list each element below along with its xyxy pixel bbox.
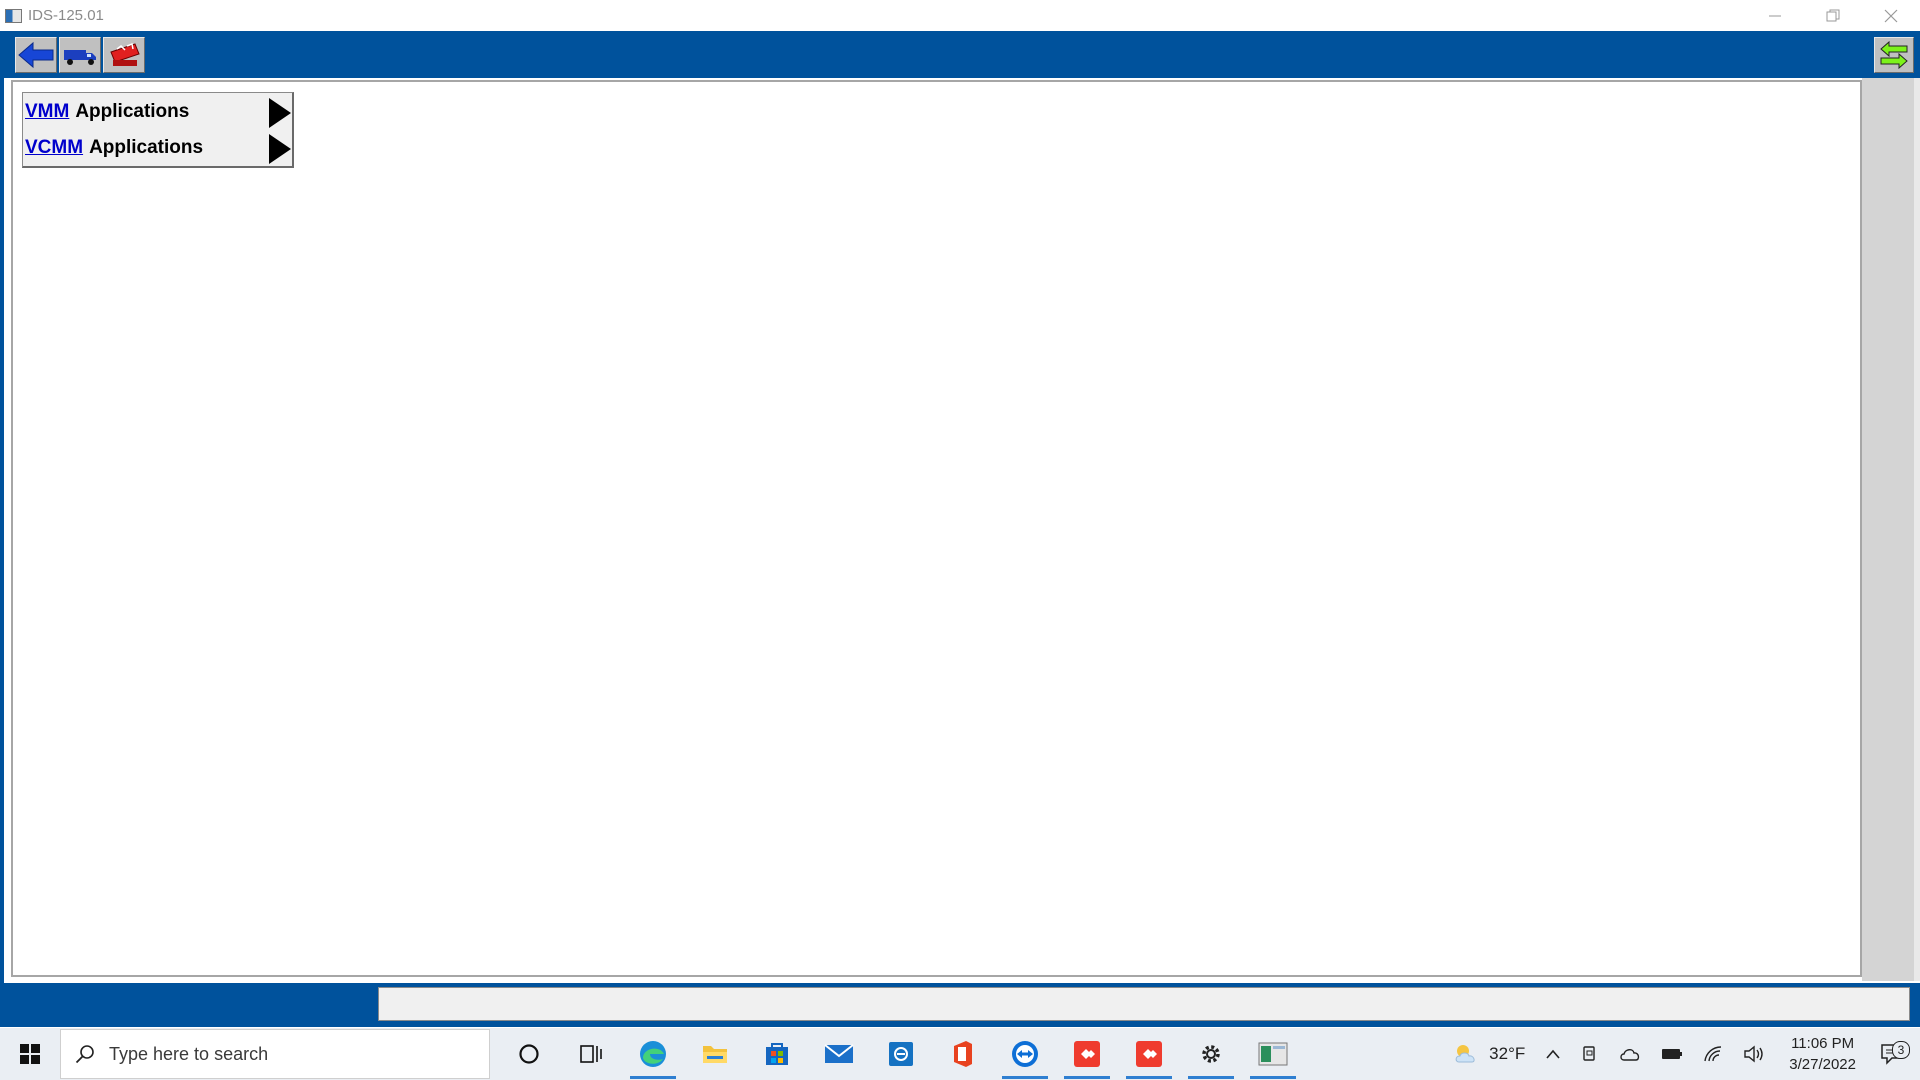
cortana-button[interactable] [498, 1028, 560, 1080]
status-bar-left [0, 983, 372, 1027]
menu-item-vmm-applications[interactable]: VMM Applications [25, 95, 291, 129]
folder-icon [703, 1046, 727, 1063]
window-title: IDS-125.01 [28, 7, 104, 24]
tray-wifi-button[interactable] [1693, 1045, 1733, 1063]
status-message-field [378, 987, 1910, 1021]
weather-widget[interactable]: 32°F [1443, 1042, 1535, 1066]
menu-item-key[interactable]: VCMM [25, 137, 83, 159]
menu-item-key[interactable]: VMM [25, 101, 69, 123]
tray-battery-button[interactable] [1651, 1047, 1693, 1061]
app-toolbar [0, 31, 1920, 78]
vehicle-button[interactable] [59, 37, 101, 73]
taskbar-edge[interactable] [622, 1028, 684, 1080]
back-button[interactable] [15, 37, 57, 73]
toolbox-button[interactable] [103, 37, 145, 73]
blue-left-arrow-icon [18, 41, 54, 69]
windows-logo-icon [20, 1044, 40, 1064]
menu-item-label: Applications [89, 137, 204, 158]
battery-icon [1662, 1049, 1683, 1059]
clock-date: 3/27/2022 [1789, 1056, 1856, 1073]
main-content-area [11, 80, 1862, 977]
blue-truck-icon [64, 50, 96, 65]
teamviewer-icon [1012, 1041, 1038, 1067]
wifi-icon [1704, 1046, 1722, 1062]
search-icon [75, 1045, 94, 1064]
minimize-button[interactable] [1746, 0, 1804, 31]
store-icon [766, 1043, 788, 1065]
mail-icon [824, 1044, 854, 1063]
anydesk-icon [1136, 1041, 1162, 1067]
partly-cloudy-icon [1455, 1045, 1475, 1063]
minimize-icon [1769, 15, 1781, 16]
taskbar-clock[interactable]: 11:06 PM 3/27/2022 [1775, 1033, 1870, 1075]
cloud-icon [1620, 1049, 1640, 1061]
app-icon [5, 8, 22, 23]
taskbar-file-explorer[interactable] [684, 1028, 746, 1080]
taskbar-office[interactable] [932, 1028, 994, 1080]
notification-count-badge: 3 [1892, 1041, 1910, 1059]
office-icon [954, 1041, 972, 1067]
switch-button[interactable] [1874, 37, 1914, 73]
clock-time: 11:06 PM [1791, 1035, 1855, 1052]
notifications-button[interactable]: 3 [1870, 1041, 1920, 1065]
blue-square-app-icon [889, 1042, 913, 1066]
window-controls [1746, 0, 1920, 31]
menu-item-label: Applications [75, 101, 190, 122]
taskbar-teamviewer[interactable] [994, 1028, 1056, 1080]
search-placeholder: Type here to search [109, 1043, 269, 1064]
restore-icon [1826, 9, 1840, 21]
task-view-button[interactable] [560, 1028, 622, 1080]
gear-icon [1202, 1045, 1220, 1063]
tray-onedrive-button[interactable] [1609, 1046, 1651, 1062]
show-hidden-icons-button[interactable] [1535, 1048, 1571, 1060]
menu-item-vcmm-applications[interactable]: VCMM Applications [25, 131, 291, 165]
taskbar-app-blue[interactable] [870, 1028, 932, 1080]
right-panel-edge [1914, 78, 1920, 981]
ids-app-icon [1258, 1042, 1288, 1066]
submenu-arrow-icon [269, 134, 291, 164]
taskbar-anydesk-1[interactable] [1056, 1028, 1118, 1080]
taskbar-store[interactable] [746, 1028, 808, 1080]
chevron-up-icon [1546, 1049, 1560, 1059]
right-panel [1862, 78, 1920, 981]
taskbar-anydesk-2[interactable] [1118, 1028, 1180, 1080]
meet-now-icon [1583, 1046, 1595, 1061]
edge-browser-icon [640, 1041, 666, 1067]
cortana-circle-icon [519, 1044, 539, 1064]
taskbar-mail[interactable] [808, 1028, 870, 1080]
taskbar: Type here to search 32°F 11:06 PM 3/27/2… [0, 1028, 1920, 1080]
taskbar-ids-app[interactable] [1242, 1028, 1304, 1080]
red-toolbox-icon [110, 42, 140, 66]
start-button[interactable] [0, 1028, 60, 1080]
applications-menu: VMM Applications VCMM Applications [22, 92, 294, 168]
weather-temperature: 32°F [1489, 1044, 1526, 1063]
frame-edge [0, 78, 4, 995]
restore-button[interactable] [1804, 0, 1862, 31]
taskbar-settings[interactable] [1180, 1028, 1242, 1080]
title-bar: IDS-125.01 [0, 0, 1920, 31]
close-icon [1884, 9, 1898, 22]
system-tray: 32°F 11:06 PM 3/27/2022 3 [1443, 1028, 1920, 1080]
tray-volume-button[interactable] [1733, 1045, 1775, 1063]
submenu-arrow-icon [269, 98, 291, 128]
taskbar-search-box[interactable]: Type here to search [60, 1029, 490, 1079]
green-double-arrow-icon [1880, 40, 1908, 70]
close-button[interactable] [1862, 0, 1920, 31]
anydesk-icon [1074, 1041, 1100, 1067]
speaker-icon [1744, 1045, 1763, 1063]
task-view-icon [580, 1045, 602, 1063]
tray-meet-button[interactable] [1571, 1045, 1609, 1063]
